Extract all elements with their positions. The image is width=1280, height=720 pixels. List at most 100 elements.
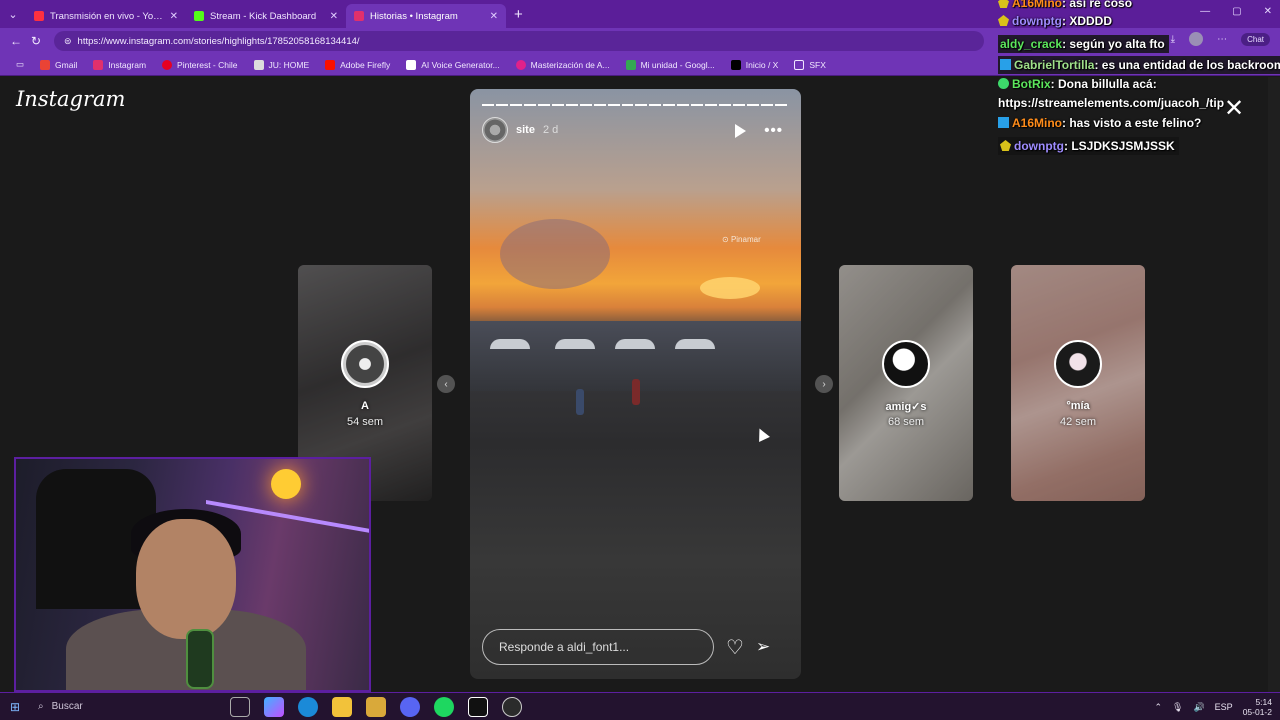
progress-segment bbox=[705, 104, 718, 106]
tab-kick-dashboard[interactable]: Stream - Kick Dashboard ✕ bbox=[186, 4, 346, 28]
taskbar-search[interactable]: ⌕ Buscar bbox=[30, 701, 230, 712]
close-tab-icon[interactable]: ✕ bbox=[330, 11, 338, 22]
bookmark-gmail[interactable]: Gmail bbox=[32, 59, 85, 70]
pinterest-icon bbox=[162, 59, 173, 70]
chat-text: https://streamelements.com/juacoh_/tip bbox=[998, 96, 1225, 110]
chat-message: downptg: LSJDKSJSMJSSK bbox=[998, 137, 1179, 155]
progress-segment bbox=[579, 104, 592, 106]
tray-chevron-icon[interactable]: ⌃ bbox=[1154, 702, 1162, 713]
story-age: 54 sem bbox=[346, 416, 384, 428]
close-tab-icon[interactable]: ✕ bbox=[490, 11, 498, 22]
bookmark-google-drive[interactable]: Mi unidad - Googl... bbox=[618, 59, 723, 70]
send-icon[interactable]: ➢ bbox=[756, 637, 770, 657]
progress-segment bbox=[635, 104, 648, 106]
obs-icon[interactable] bbox=[502, 696, 522, 717]
play-icon[interactable] bbox=[735, 123, 747, 138]
microphone-icon[interactable]: 🎙 bbox=[1172, 702, 1183, 713]
story-timestamp: 2 d bbox=[542, 124, 559, 136]
chat-username: GabrielTortilla bbox=[1014, 58, 1095, 72]
file-explorer-icon[interactable] bbox=[332, 696, 352, 717]
webcam-lamp bbox=[271, 469, 301, 499]
story-reply-bar: ♡ ➢ bbox=[482, 629, 792, 665]
progress-segment bbox=[677, 104, 690, 106]
bookmark-instagram[interactable]: Instagram bbox=[85, 59, 154, 70]
tab-title: Historias • Instagram bbox=[370, 10, 458, 22]
avatar bbox=[882, 340, 930, 388]
tab-title: Transmisión en vivo - YouTube Stu bbox=[50, 10, 164, 22]
edge-icon[interactable] bbox=[298, 696, 318, 717]
tab-instagram-stories[interactable]: Historias • Instagram ✕ bbox=[346, 4, 506, 28]
copilot-icon[interactable] bbox=[264, 696, 284, 717]
spotify-icon[interactable] bbox=[434, 696, 454, 717]
back-icon[interactable]: ← bbox=[6, 34, 26, 48]
bookmark-pinterest[interactable]: Pinterest - Chile bbox=[154, 59, 245, 70]
story-name: amig✓s bbox=[885, 401, 927, 413]
language-indicator[interactable]: ESP bbox=[1215, 702, 1233, 712]
gmail-icon bbox=[40, 59, 51, 70]
chat-message: BotRix: Dona billulla acá: bbox=[998, 77, 1157, 91]
chat-message: GabrielTortilla: es una entidad de los b… bbox=[998, 56, 1280, 74]
new-tab-icon[interactable]: + bbox=[514, 6, 523, 23]
speaker-icon[interactable]: 🔊 bbox=[1193, 702, 1204, 713]
previous-story-icon[interactable]: ‹ bbox=[437, 375, 455, 393]
discord-icon[interactable] bbox=[400, 696, 420, 717]
bookmark-x[interactable]: Inicio / X bbox=[723, 59, 787, 70]
store-icon[interactable] bbox=[366, 696, 386, 717]
kick-icon bbox=[194, 11, 204, 21]
windows-start-icon[interactable]: ⊞ bbox=[0, 700, 30, 714]
bookmark-adobe-firefly[interactable]: Adobe Firefly bbox=[317, 59, 398, 70]
more-options-icon[interactable]: ••• bbox=[764, 122, 783, 139]
story-image-person bbox=[576, 389, 584, 415]
bookmark-masterizacion[interactable]: Masterización de A... bbox=[508, 59, 618, 70]
instagram-logo[interactable]: Instagram bbox=[16, 87, 125, 111]
clock[interactable]: 5:14 05-01-2 bbox=[1243, 697, 1272, 717]
chat-username: aldy_crack bbox=[1000, 37, 1063, 51]
side-story-card[interactable]: amig✓s 68 sem bbox=[839, 265, 973, 501]
url-field[interactable]: ⊜ https://www.instagram.com/stories/high… bbox=[54, 31, 984, 51]
site-info-icon[interactable]: ⊜ bbox=[64, 36, 72, 47]
chat-username: BotRix bbox=[1012, 77, 1051, 91]
story-username[interactable]: site bbox=[516, 124, 535, 136]
reload-icon[interactable]: ↻ bbox=[26, 34, 46, 48]
side-story-card[interactable]: °mía 42 sem bbox=[1011, 265, 1145, 501]
progress-segment bbox=[523, 104, 536, 106]
mastering-icon bbox=[515, 59, 526, 70]
capcut-icon[interactable] bbox=[468, 696, 488, 717]
bookmark-ai-voice[interactable]: AI Voice Generator... bbox=[398, 59, 507, 70]
task-view-icon[interactable] bbox=[230, 696, 250, 717]
page-scrollbar[interactable] bbox=[1268, 77, 1280, 692]
bookmark-folder-sfx[interactable]: SFX bbox=[786, 59, 834, 70]
bookmark-label: AI Voice Generator... bbox=[421, 59, 500, 70]
chat-username: A16Mino bbox=[1012, 116, 1063, 130]
webcam-streamer-face bbox=[136, 519, 236, 639]
close-tab-icon[interactable]: ✕ bbox=[170, 11, 178, 22]
progress-segment bbox=[482, 104, 494, 106]
tab-youtube-studio[interactable]: Transmisión en vivo - YouTube Stu ✕ bbox=[26, 4, 186, 28]
sidebar-toggle-icon[interactable]: ▭ bbox=[8, 59, 32, 70]
instagram-icon bbox=[354, 11, 364, 21]
active-story[interactable]: site 2 d ••• ⊙ Pinamar ♡ ➢ bbox=[470, 89, 801, 679]
reply-input[interactable] bbox=[482, 629, 714, 665]
avatar[interactable] bbox=[482, 117, 508, 143]
progress-segment bbox=[663, 104, 676, 106]
bookmark-ju-home[interactable]: JU: HOME bbox=[246, 59, 318, 70]
chat-text: : has visto a este felino? bbox=[1062, 116, 1202, 130]
adobe-icon bbox=[325, 59, 336, 70]
progress-segment bbox=[565, 104, 578, 106]
story-name: A bbox=[361, 400, 369, 412]
progress-segment bbox=[621, 104, 634, 106]
location-sticker[interactable]: ⊙ Pinamar bbox=[722, 235, 761, 244]
next-story-icon[interactable]: › bbox=[815, 375, 833, 393]
url-text: https://www.instagram.com/stories/highli… bbox=[77, 35, 360, 47]
chat-text: : LSJDKSJSMJSSK bbox=[1063, 139, 1175, 153]
folder-icon bbox=[794, 59, 805, 70]
story-name: °mía bbox=[1066, 400, 1090, 412]
avatar bbox=[341, 340, 389, 388]
chat-text: : así re coso bbox=[1062, 0, 1133, 10]
tab-list-icon[interactable]: ⌄ bbox=[0, 0, 26, 28]
like-heart-icon[interactable]: ♡ bbox=[726, 635, 744, 660]
tab-title: Stream - Kick Dashboard bbox=[210, 10, 317, 22]
webcam-microphone bbox=[186, 629, 214, 689]
bookmark-label: Adobe Firefly bbox=[340, 59, 391, 70]
chat-text: : Dona billulla acá: bbox=[1050, 77, 1157, 91]
